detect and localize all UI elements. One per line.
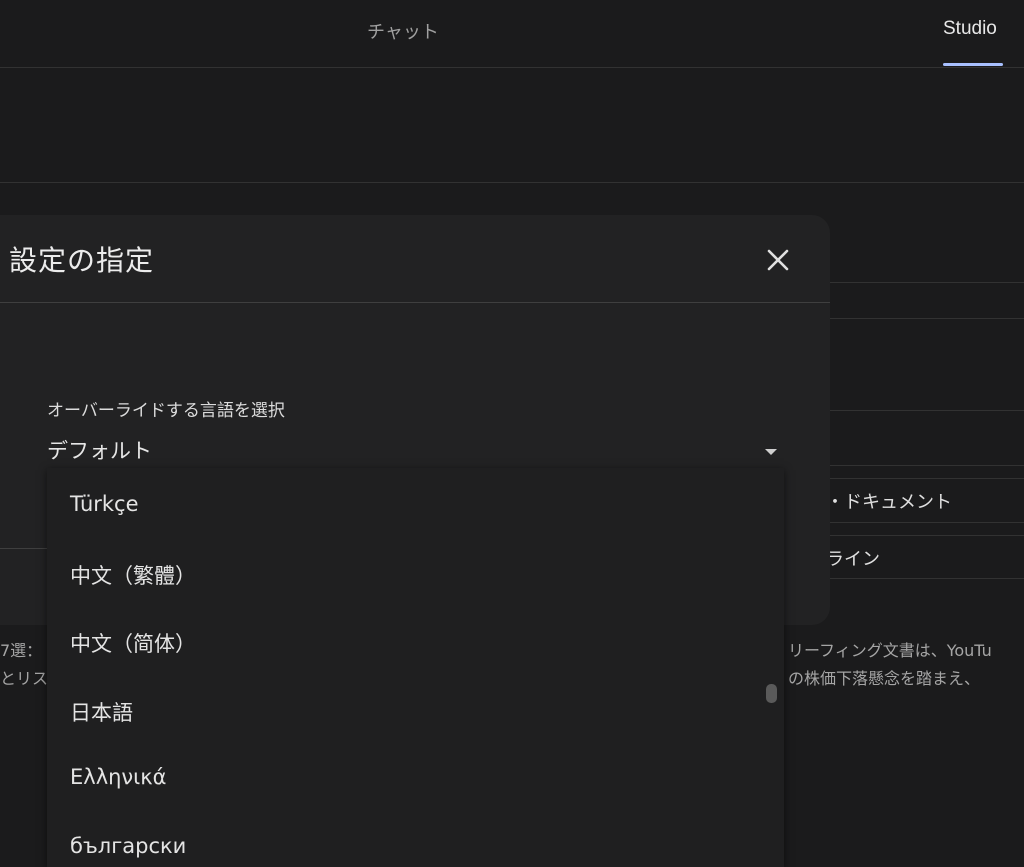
language-option[interactable]: български <box>70 834 186 858</box>
top-tab-bar: チャット Studio <box>0 0 1024 68</box>
divider <box>830 410 1024 411</box>
language-select-label: オーバーライドする言語を選択 <box>47 401 285 421</box>
language-select[interactable]: デフォルト <box>47 435 152 465</box>
dialog-divider <box>0 548 50 549</box>
close-icon <box>767 249 789 271</box>
tab-studio[interactable]: Studio <box>943 18 997 40</box>
language-option[interactable]: 中文（简体） <box>70 628 196 658</box>
language-option[interactable]: Ελληνικά <box>70 765 167 789</box>
background-row-timeline[interactable]: ライン <box>826 545 880 571</box>
language-dropdown-menu[interactable]: Türkçe 中文（繁體） 中文（简体） 日本語 Ελληνικά българ… <box>47 468 784 867</box>
divider <box>830 282 1024 283</box>
background-row-document[interactable]: ・ドキュメント <box>826 488 952 514</box>
background-text: の株価下落懸念を踏まえ、 <box>788 669 981 688</box>
background-text: 7選： <box>0 641 43 660</box>
language-option[interactable]: Türkçe <box>70 492 139 516</box>
dialog-divider <box>0 302 830 303</box>
background-text: リーフィング文書は、YouTu <box>788 641 992 660</box>
language-option[interactable]: 日本語 <box>70 697 133 727</box>
dialog-title: 設定の指定 <box>9 244 155 277</box>
caret-down-icon[interactable] <box>765 449 777 455</box>
dropdown-scrollbar[interactable] <box>766 684 777 703</box>
divider <box>0 182 1024 183</box>
background-text: とリス <box>0 669 49 688</box>
close-button[interactable] <box>764 246 792 274</box>
tab-chat[interactable]: チャット <box>367 18 439 44</box>
tab-active-indicator <box>943 63 1003 66</box>
divider <box>830 318 1024 319</box>
language-option[interactable]: 中文（繁體） <box>70 560 196 590</box>
